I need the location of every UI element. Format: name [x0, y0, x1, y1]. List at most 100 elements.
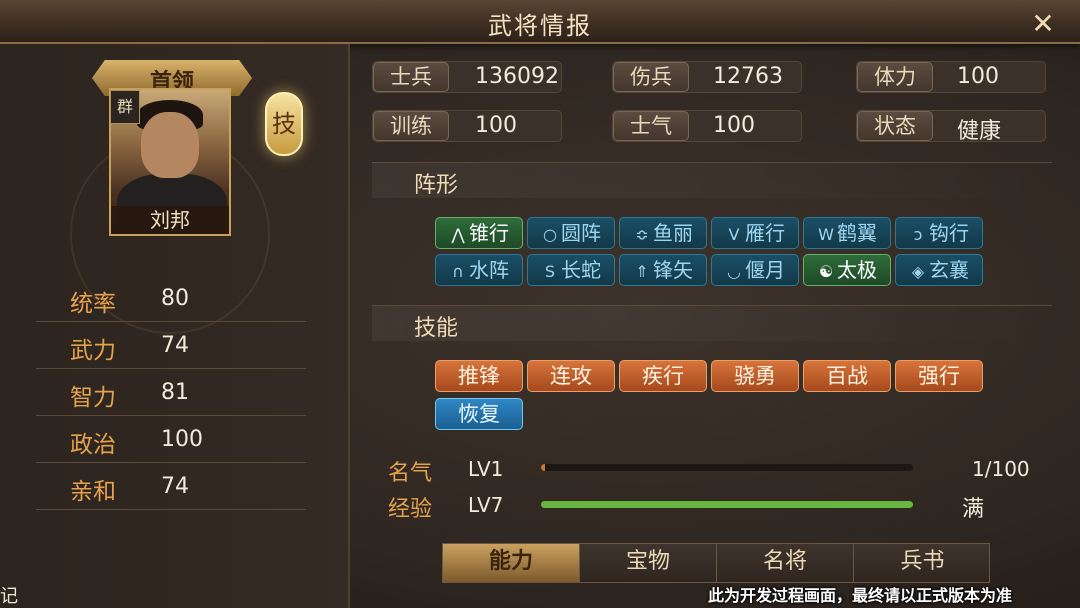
- info-label: 士气: [613, 111, 689, 141]
- window-title: 武将情报: [488, 12, 592, 40]
- formation-icon: ◈: [911, 262, 925, 281]
- skill-button[interactable]: 连攻: [527, 360, 615, 392]
- skill-button[interactable]: 百战: [803, 360, 891, 392]
- formation-button[interactable]: ⋀ 锥行: [435, 217, 523, 249]
- experience-progress-fill: [541, 501, 913, 508]
- formation-label: 锥行: [469, 221, 509, 245]
- stat-value: 81: [161, 380, 189, 405]
- formation-label: 鱼丽: [653, 221, 693, 245]
- formation-button[interactable]: ↄ 钩行: [895, 217, 983, 249]
- stat-label: 武力: [70, 338, 116, 364]
- info-stamina: 体力 100: [856, 61, 1046, 93]
- title-bar: 武将情报 ✕: [0, 0, 1080, 44]
- formation-button[interactable]: ≎ 鱼丽: [619, 217, 707, 249]
- skill-button[interactable]: 疾行: [619, 360, 707, 392]
- formation-label: 偃月: [745, 258, 785, 282]
- formation-label: 圆阵: [561, 221, 601, 245]
- info-label: 训练: [373, 111, 449, 141]
- formation-button[interactable]: V 雁行: [711, 217, 799, 249]
- info-label: 体力: [857, 62, 933, 92]
- skill-badge-button[interactable]: 技: [265, 92, 303, 156]
- formation-icon: ⇑: [635, 262, 649, 281]
- info-value: 100: [957, 64, 999, 89]
- tab-military-books[interactable]: 兵书: [854, 544, 991, 582]
- formation-icon: ☯: [818, 262, 834, 281]
- stat-row-command: 统率 80: [36, 278, 306, 322]
- formation-button[interactable]: S 长蛇: [527, 254, 615, 286]
- skill-button[interactable]: 强行: [895, 360, 983, 392]
- stat-row-charisma: 亲和 74: [36, 466, 306, 510]
- skill-section-header: 技能: [372, 305, 1052, 341]
- tab-treasure[interactable]: 宝物: [580, 544, 717, 582]
- close-button[interactable]: ✕: [1026, 8, 1060, 40]
- skill-button[interactable]: 骁勇: [711, 360, 799, 392]
- info-value: 136092: [475, 64, 559, 89]
- stat-label: 亲和: [70, 479, 116, 505]
- formation-section-title: 阵形: [414, 173, 459, 198]
- formation-label: 鹤翼: [837, 221, 877, 245]
- formation-label: 水阵: [469, 258, 509, 282]
- formation-label: 钩行: [929, 221, 969, 245]
- general-info-window: 武将情报 ✕ 首领 群 刘邦 技 统率 80 武力 74 智力 81 政治 10…: [0, 0, 1080, 608]
- fame-level: LV1: [468, 457, 504, 481]
- stat-row-intelligence: 智力 81: [36, 372, 306, 416]
- fame-label: 名气: [388, 461, 433, 486]
- formation-button[interactable]: ⇑ 锋矢: [619, 254, 707, 286]
- formation-icon: ◡: [727, 262, 741, 281]
- bottom-tab-bar: 能力 宝物 名将 兵书: [442, 543, 990, 583]
- info-value: 100: [475, 113, 517, 138]
- general-name: 刘邦: [111, 206, 229, 234]
- formation-label: 玄襄: [929, 258, 969, 282]
- info-soldiers: 士兵 136092: [372, 61, 562, 93]
- experience-level: LV7: [468, 493, 504, 517]
- formation-icon: S: [544, 262, 556, 281]
- stat-label: 统率: [70, 291, 116, 317]
- stat-value: 74: [161, 474, 189, 499]
- formation-icon: ∩: [452, 262, 464, 281]
- info-label: 伤兵: [613, 62, 689, 92]
- formation-button[interactable]: ☯ 太极: [803, 254, 891, 286]
- info-value: 12763: [713, 64, 783, 89]
- formation-icon: ⋀: [451, 225, 465, 244]
- formation-icon: ≎: [635, 225, 649, 244]
- formation-icon: ○: [543, 225, 557, 244]
- info-label: 状态: [857, 111, 933, 141]
- info-value: 100: [713, 113, 755, 138]
- stat-value: 80: [161, 286, 189, 311]
- formation-button[interactable]: ◈ 玄襄: [895, 254, 983, 286]
- stat-value: 100: [161, 427, 203, 452]
- formation-label: 长蛇: [561, 258, 601, 282]
- formation-button[interactable]: ∩ 水阵: [435, 254, 523, 286]
- formation-button[interactable]: W 鹤翼: [803, 217, 891, 249]
- info-value: 健康: [957, 119, 1002, 144]
- info-label: 士兵: [373, 62, 449, 92]
- info-status: 状态 健康: [856, 110, 1046, 144]
- formation-icon: W: [818, 225, 834, 244]
- formation-button[interactable]: ◡ 偃月: [711, 254, 799, 286]
- fame-progress-text: 1/100: [972, 457, 1030, 481]
- experience-progress-bar: [541, 501, 913, 508]
- info-wounded: 伤兵 12763: [612, 61, 802, 93]
- skill-button[interactable]: 推锋: [435, 360, 523, 392]
- portrait-face: [141, 112, 199, 178]
- formation-icon: V: [728, 225, 740, 244]
- formation-section-header: 阵形: [372, 162, 1052, 198]
- info-training: 训练 100: [372, 110, 562, 142]
- formation-icon: ↄ: [913, 225, 923, 244]
- stat-row-force: 武力 74: [36, 325, 306, 369]
- tab-famous-generals[interactable]: 名将: [717, 544, 854, 582]
- dev-notice: 此为开发过程画面，最终请以正式版本为准: [708, 586, 1013, 605]
- stat-value: 74: [161, 333, 189, 358]
- fame-progress-fill: [541, 464, 545, 471]
- experience-label: 经验: [388, 497, 433, 522]
- stat-row-politics: 政治 100: [36, 419, 306, 463]
- formation-label: 锋矢: [653, 258, 693, 282]
- skill-button[interactable]: 恢复: [435, 398, 523, 430]
- back-label[interactable]: 记: [0, 582, 40, 608]
- faction-badge: 群: [110, 90, 140, 124]
- formation-button[interactable]: ○ 圆阵: [527, 217, 615, 249]
- tab-ability[interactable]: 能力: [443, 544, 580, 582]
- experience-progress-text: 满: [962, 497, 985, 522]
- formation-label: 太极: [837, 258, 877, 282]
- fame-progress-bar: [541, 464, 913, 471]
